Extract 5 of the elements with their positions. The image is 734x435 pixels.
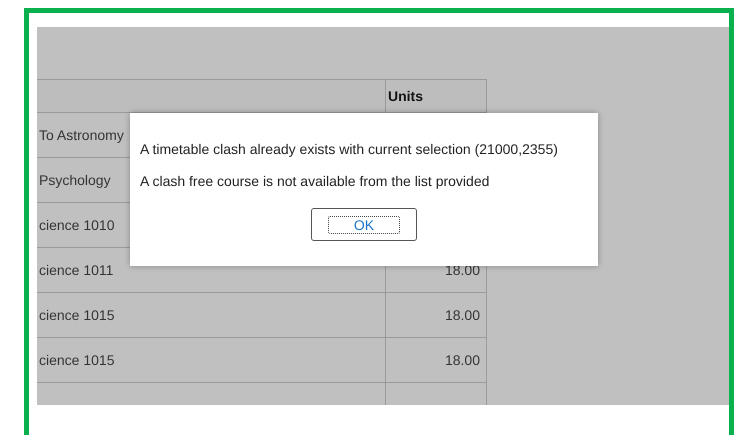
table-cell: cience 1015 [37,292,386,338]
table-cell: cience 1015 [37,338,386,382]
ok-button[interactable]: OK [311,208,417,241]
table-cell: 18.00 [386,292,486,338]
table-cell: 18.00 [386,338,486,382]
